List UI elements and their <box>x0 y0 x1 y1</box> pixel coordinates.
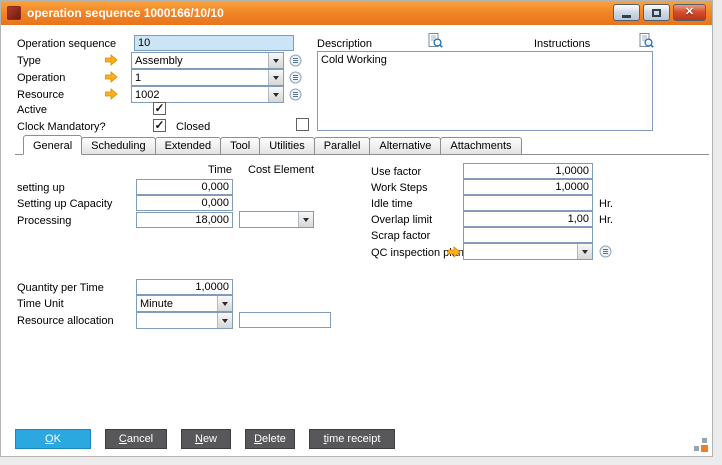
closed-label: Closed <box>176 121 210 133</box>
new-button-label: New <box>195 433 217 445</box>
minimize-button[interactable] <box>613 4 640 21</box>
setting-up-label: setting up <box>17 182 65 194</box>
maximize-button[interactable] <box>643 4 670 21</box>
new-button[interactable]: New <box>181 429 231 449</box>
time-unit-select[interactable]: Minute <box>136 295 233 312</box>
processing-cost-element-select[interactable] <box>239 211 314 228</box>
close-icon: ✕ <box>685 7 694 18</box>
description-textarea[interactable]: Cold Working <box>317 51 653 131</box>
type-label: Type <box>17 55 41 67</box>
scrap-factor-input[interactable] <box>463 227 593 243</box>
resource-allocation-dropdown-arrow-icon[interactable] <box>217 313 232 328</box>
operation-sequence-label: Operation sequence <box>17 38 116 50</box>
use-factor-input[interactable] <box>463 163 593 179</box>
resource-select-value: 1002 <box>135 88 266 102</box>
cost-element-column-header: Cost Element <box>248 164 314 176</box>
idle-time-label: Idle time <box>371 198 413 210</box>
tab-extended[interactable]: Extended <box>155 137 221 155</box>
app-icon <box>7 6 21 20</box>
cancel-button-label: Cancel <box>119 433 153 445</box>
time-receipt-button[interactable]: time receipt <box>309 429 395 449</box>
time-unit-label: Time Unit <box>17 298 64 310</box>
quantity-per-time-input[interactable] <box>136 279 233 295</box>
quantity-per-time-label: Quantity per Time <box>17 282 104 294</box>
work-steps-input[interactable] <box>463 179 593 195</box>
resource-selection-list-icon[interactable] <box>289 88 302 104</box>
description-zoom-icon[interactable] <box>428 33 443 52</box>
idle-time-unit-label: Hr. <box>599 198 613 210</box>
scrap-factor-label: Scrap factor <box>371 230 430 242</box>
time-receipt-button-label: time receipt <box>324 433 381 445</box>
operation-selection-list-icon[interactable] <box>289 71 302 87</box>
tab-tool[interactable]: Tool <box>220 137 260 155</box>
delete-button[interactable]: Delete <box>245 429 295 449</box>
tab-parallel[interactable]: Parallel <box>314 137 371 155</box>
active-label: Active <box>17 104 47 116</box>
overlap-limit-input[interactable] <box>463 211 593 227</box>
processing-label: Processing <box>17 215 71 227</box>
resource-allocation-select[interactable] <box>136 312 233 329</box>
resource-allocation-label: Resource allocation <box>17 315 114 327</box>
active-checkbox[interactable] <box>153 102 166 115</box>
operation-select[interactable]: 1 <box>131 69 284 86</box>
time-column-header: Time <box>136 164 232 176</box>
processing-time-input[interactable] <box>136 212 233 228</box>
operation-select-value: 1 <box>135 71 266 85</box>
tab-scheduling[interactable]: Scheduling <box>81 137 155 155</box>
qc-inspection-plan-goto-arrow-icon[interactable] <box>448 246 461 261</box>
screen: operation sequence 1000166/10/10 ✕ Opera… <box>0 0 722 465</box>
resource-label: Resource <box>17 89 64 101</box>
resource-dropdown-arrow-icon[interactable] <box>268 87 283 102</box>
delete-button-label: Delete <box>254 433 286 445</box>
title-bar[interactable]: operation sequence 1000166/10/10 ✕ <box>1 1 712 25</box>
type-select-value: Assembly <box>135 54 266 68</box>
type-select[interactable]: Assembly <box>131 52 284 69</box>
maximize-icon <box>652 9 661 17</box>
ok-button-label: OK <box>45 433 61 445</box>
qc-inspection-plan-dropdown-arrow-icon[interactable] <box>577 244 592 259</box>
clock-mandatory-label: Clock Mandatory? <box>17 121 106 133</box>
setting-up-capacity-label: Setting up Capacity <box>17 198 112 210</box>
close-button[interactable]: ✕ <box>673 4 706 21</box>
tab-strip: General Scheduling Extended Tool Utiliti… <box>15 137 709 155</box>
setting-up-capacity-input[interactable] <box>136 195 233 211</box>
tab-alternative[interactable]: Alternative <box>369 137 441 155</box>
instructions-zoom-icon[interactable] <box>639 33 654 52</box>
time-unit-dropdown-arrow-icon[interactable] <box>217 296 232 311</box>
instructions-label: Instructions <box>534 38 590 50</box>
clock-mandatory-checkbox[interactable] <box>153 119 166 132</box>
window-controls: ✕ <box>613 4 706 21</box>
processing-cost-element-dropdown-arrow-icon[interactable] <box>298 212 313 227</box>
work-steps-label: Work Steps <box>371 182 428 194</box>
operation-label: Operation <box>17 72 65 84</box>
setting-up-time-input[interactable] <box>136 179 233 195</box>
use-factor-label: Use factor <box>371 166 421 178</box>
type-selection-list-icon[interactable] <box>289 54 302 70</box>
operation-goto-arrow-icon[interactable] <box>105 71 118 86</box>
operation-sequence-input[interactable] <box>134 35 294 51</box>
operation-dropdown-arrow-icon[interactable] <box>268 70 283 85</box>
idle-time-input[interactable] <box>463 195 593 211</box>
qc-inspection-plan-selection-list-icon[interactable] <box>599 245 612 261</box>
tab-utilities[interactable]: Utilities <box>259 137 314 155</box>
ok-button[interactable]: OK <box>15 429 91 449</box>
qc-inspection-plan-select[interactable] <box>463 243 593 260</box>
tab-general[interactable]: General <box>23 135 82 155</box>
type-goto-arrow-icon[interactable] <box>105 54 118 69</box>
cancel-button[interactable]: Cancel <box>105 429 167 449</box>
type-dropdown-arrow-icon[interactable] <box>268 53 283 68</box>
resource-allocation-extra-input[interactable] <box>239 312 331 328</box>
minimize-icon <box>622 15 631 18</box>
operation-sequence-dialog: operation sequence 1000166/10/10 ✕ Opera… <box>0 0 713 457</box>
resource-goto-arrow-icon[interactable] <box>105 88 118 103</box>
tab-attachments[interactable]: Attachments <box>440 137 521 155</box>
overlap-limit-label: Overlap limit <box>371 214 432 226</box>
time-unit-value: Minute <box>140 297 215 311</box>
resize-grip-icon[interactable] <box>693 437 709 453</box>
closed-checkbox[interactable] <box>296 118 309 131</box>
description-label: Description <box>317 38 372 50</box>
window-title: operation sequence 1000166/10/10 <box>27 6 224 20</box>
overlap-limit-unit-label: Hr. <box>599 214 613 226</box>
